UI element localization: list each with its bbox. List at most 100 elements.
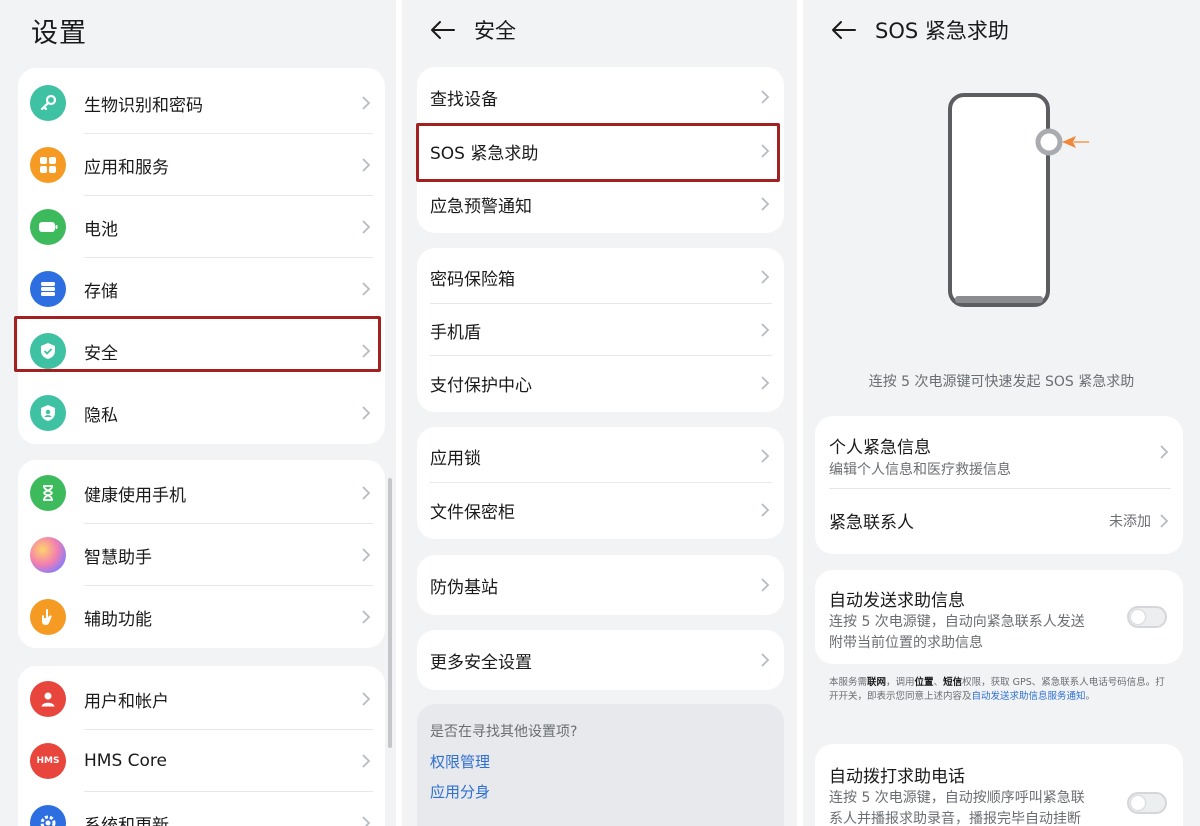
sos-header: SOS 紧急求助 <box>803 0 1200 60</box>
page-title: SOS 紧急求助 <box>875 19 1009 43</box>
security-item-password-vault[interactable]: 密码保险箱 <box>417 251 784 303</box>
emergency-contacts[interactable]: 紧急联系人 未添加 <box>815 489 1183 552</box>
auto-call-desc-line: 系人并播报求助录音，播报完毕自动挂断 <box>829 811 1081 826</box>
settings-group-2: 健康使用手机 智慧助手 辅助功能 <box>18 460 385 648</box>
hand-icon <box>30 599 66 635</box>
chevron-right-icon <box>1160 513 1169 528</box>
settings-item-digital-balance[interactable]: 健康使用手机 <box>18 462 385 524</box>
notice-service-link[interactable]: 自动发送求助信息服务通知 <box>972 691 1086 702</box>
storage-icon <box>30 271 66 307</box>
auto-send-desc-line: 连按 5 次电源键，自动向紧急联系人发送 <box>829 614 1085 630</box>
hourglass-icon <box>30 475 66 511</box>
chevron-right-icon <box>362 406 371 420</box>
scrollbar[interactable] <box>388 478 392 748</box>
auto-send-toggle[interactable] <box>1127 606 1167 628</box>
security-item-label: 查找设备 <box>430 89 498 110</box>
chevron-right-icon <box>362 344 371 358</box>
privacy-shield-icon <box>30 395 66 431</box>
security-item-fake-station[interactable]: 防伪基站 <box>417 555 784 615</box>
security-item-label: 手机盾 <box>430 322 481 343</box>
security-item-phone-shield[interactable]: 手机盾 <box>417 304 784 356</box>
chevron-right-icon <box>362 158 371 172</box>
settings-item-biometrics[interactable]: 生物识别和密码 <box>18 72 385 134</box>
illustration-caption: 连按 5 次电源键可快速发起 SOS 紧急求助 <box>868 374 1135 390</box>
settings-item-users-accounts[interactable]: 用户和帐户 <box>18 668 385 730</box>
chevron-right-icon <box>362 96 371 110</box>
auto-send-title: 自动发送求助信息 <box>829 591 965 611</box>
phone-power-button-illustration <box>948 93 1089 307</box>
security-item-label: 应急预警通知 <box>430 196 532 217</box>
shield-check-icon <box>30 333 66 369</box>
settings-item-label: 隐私 <box>84 405 118 426</box>
settings-item-accessibility[interactable]: 辅助功能 <box>18 586 385 648</box>
security-group-1: 查找设备 SOS 紧急求助 应急预警通知 <box>417 67 784 233</box>
chevron-right-icon <box>1160 445 1169 459</box>
security-group-3: 应用锁 文件保密柜 <box>417 427 784 539</box>
chevron-right-icon <box>761 449 770 463</box>
security-item-label: 应用锁 <box>430 448 481 469</box>
chevron-right-icon <box>362 754 371 768</box>
settings-item-apps-services[interactable]: 应用和服务 <box>18 134 385 196</box>
chevron-right-icon <box>761 197 770 211</box>
settings-item-label: 电池 <box>84 219 118 240</box>
chevron-right-icon <box>761 144 770 158</box>
key-icon <box>30 85 66 121</box>
settings-item-security[interactable]: 安全 <box>18 320 385 382</box>
hms-core-icon-text: HMS <box>36 756 60 766</box>
settings-group-3: 用户和帐户 HMS HMS Core 系统和更新 <box>18 666 385 826</box>
settings-item-label: 安全 <box>84 343 118 364</box>
battery-icon <box>30 209 66 245</box>
settings-item-smart-assistant[interactable]: 智慧助手 <box>18 524 385 586</box>
security-item-more-settings[interactable]: 更多安全设置 <box>417 630 784 690</box>
auto-send-card: 自动发送求助信息 连按 5 次电源键，自动向紧急联系人发送 附带当前位置的求助信… <box>815 570 1183 664</box>
notice-text: 。 <box>1085 691 1096 702</box>
security-screen: 安全 查找设备 SOS 紧急求助 应急预警通知 密码保险箱 手机盾 支付保护中心 <box>402 0 797 826</box>
settings-item-label: 健康使用手机 <box>84 485 186 506</box>
settings-item-label: 应用和服务 <box>84 157 169 178</box>
auto-send-description: 连按 5 次电源键，自动向紧急联系人发送 附带当前位置的求助信息 <box>829 612 1085 654</box>
sos-info-card: 个人紧急信息 编辑个人信息和医疗救援信息 紧急联系人 未添加 <box>815 416 1183 554</box>
chevron-right-icon <box>761 90 770 104</box>
service-notice: 本服务需联网，调用位置、短信权限，获取 GPS、紧急联系人电话号码信息。打开开关… <box>829 676 1174 704</box>
settings-item-label: 辅助功能 <box>84 609 152 630</box>
back-arrow-icon[interactable] <box>829 18 859 42</box>
link-permission-management[interactable]: 权限管理 <box>430 751 490 772</box>
security-item-label: 更多安全设置 <box>430 652 532 673</box>
security-item-emergency-alerts[interactable]: 应急预警通知 <box>417 177 784 231</box>
chevron-right-icon <box>761 578 770 592</box>
gear-icon <box>30 805 66 826</box>
settings-item-battery[interactable]: 电池 <box>18 196 385 258</box>
settings-item-label: 系统和更新 <box>84 815 169 826</box>
back-arrow-icon[interactable] <box>428 18 458 42</box>
link-app-twin[interactable]: 应用分身 <box>430 781 490 802</box>
security-group-4: 防伪基站 <box>417 555 784 615</box>
security-item-label: 支付保护中心 <box>430 375 532 396</box>
sos-screen: SOS 紧急求助 连按 5 次电源键可快速发起 SOS 紧急求助 个人紧急信息 … <box>803 0 1200 826</box>
settings-item-system-update[interactable]: 系统和更新 <box>18 792 385 826</box>
chevron-right-icon <box>362 282 371 296</box>
notice-bold: 位置 <box>914 677 934 688</box>
notice-text: 、 <box>933 677 944 688</box>
notice-bold: 联网 <box>867 677 887 688</box>
settings-screen: 设置 生物识别和密码 应用和服务 电池 存储 安全 隐私 健康使用手机 智慧助手… <box>0 0 396 826</box>
settings-item-hms-core[interactable]: HMS HMS Core <box>18 730 385 792</box>
security-item-file-safe[interactable]: 文件保密柜 <box>417 483 784 537</box>
suggestions-prompt: 是否在寻找其他设置项? <box>430 724 578 740</box>
personal-info-subtitle: 编辑个人信息和医疗救援信息 <box>829 462 1011 478</box>
auto-call-toggle[interactable] <box>1127 792 1167 814</box>
auto-call-description: 连按 5 次电源键，自动按顺序呼叫紧急联 系人并播报求助录音，播报完毕自动挂断 <box>829 788 1085 826</box>
settings-item-privacy[interactable]: 隐私 <box>18 382 385 444</box>
emergency-contacts-title: 紧急联系人 <box>829 513 914 533</box>
chevron-right-icon <box>362 486 371 500</box>
settings-group-1: 生物识别和密码 应用和服务 电池 存储 安全 隐私 <box>18 68 385 444</box>
chevron-right-icon <box>761 503 770 517</box>
personal-emergency-info[interactable]: 个人紧急信息 编辑个人信息和医疗救援信息 <box>815 416 1183 488</box>
chevron-right-icon <box>362 610 371 624</box>
settings-item-storage[interactable]: 存储 <box>18 258 385 320</box>
security-item-find-device[interactable]: 查找设备 <box>417 70 784 124</box>
security-item-sos[interactable]: SOS 紧急求助 <box>417 124 784 178</box>
security-item-payment-protection[interactable]: 支付保护中心 <box>417 356 784 410</box>
chevron-right-icon <box>362 548 371 562</box>
chevron-right-icon <box>761 653 770 667</box>
security-item-app-lock[interactable]: 应用锁 <box>417 430 784 482</box>
